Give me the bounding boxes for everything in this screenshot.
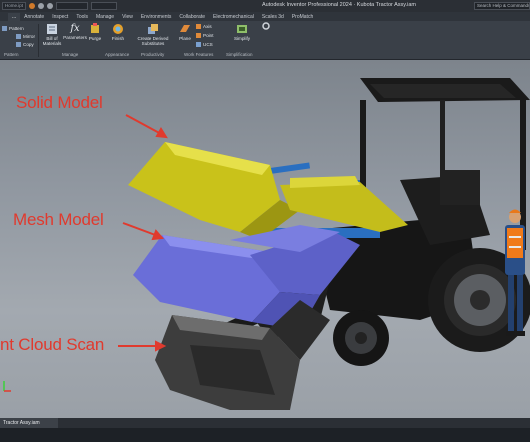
appearance-dropdown[interactable]	[91, 2, 118, 10]
front-wheel	[333, 310, 389, 366]
purge-button[interactable]: Purge	[87, 23, 103, 41]
plane-icon	[180, 25, 190, 32]
material-dropdown[interactable]	[56, 2, 89, 10]
group-appearance: Appearance	[105, 52, 130, 57]
divider	[38, 24, 39, 57]
axis-button[interactable]: Axis	[196, 24, 212, 29]
tab-manage[interactable]: Manage	[92, 13, 118, 21]
simplify-icon	[237, 25, 247, 33]
axis-icon	[196, 24, 201, 29]
title-bar: Home.ipt Autodesk Inventor Professional …	[0, 0, 530, 12]
tab-annotate[interactable]: Annotate	[20, 13, 48, 21]
copy-icon	[16, 42, 21, 47]
tab-environments[interactable]: Environments	[137, 13, 176, 21]
simplify-button[interactable]: Simplify	[230, 23, 254, 41]
annotation-solid-model: Solid Model	[16, 93, 103, 112]
pattern-icon	[2, 26, 7, 31]
ribbon-panel: Pattern Mirror Copy Bill of Materials fx…	[0, 21, 530, 60]
tab-scales-3d[interactable]: Scales 3d	[258, 13, 288, 21]
point-button[interactable]: Point	[196, 33, 213, 38]
gear-icon[interactable]	[262, 22, 270, 31]
save-icon[interactable]	[29, 3, 36, 9]
tab-promatch[interactable]: ProMatch	[288, 13, 317, 21]
tab-[interactable]: ...	[8, 13, 21, 21]
mesh-model-bucket	[133, 225, 360, 330]
copy-button[interactable]: Copy	[16, 42, 34, 47]
inventor-window: Home.ipt Autodesk Inventor Professional …	[0, 0, 530, 442]
mirror-button[interactable]: Mirror	[16, 34, 35, 39]
group-pattern: Pattern	[4, 52, 19, 57]
axis-triad-icon[interactable]	[2, 377, 12, 393]
finish-button[interactable]: Finish	[110, 23, 126, 41]
redo-icon[interactable]	[47, 3, 54, 9]
derived-icon	[148, 24, 158, 34]
parameters-button[interactable]: fx Parameters	[63, 23, 87, 40]
ucs-icon	[196, 42, 201, 47]
window-title: Autodesk Inventor Professional 2024 · Ku…	[262, 2, 416, 8]
mirror-icon	[16, 34, 21, 39]
bill-of-materials-button[interactable]: Bill of Materials	[40, 23, 64, 46]
group-work-features: Work Features	[184, 52, 214, 57]
annotation-mesh-model: Mesh Model	[13, 210, 104, 229]
fx-icon: fx	[70, 23, 80, 34]
tab-collaborate[interactable]: Collaborate	[175, 13, 209, 21]
undo-icon[interactable]	[38, 3, 45, 9]
document-tab[interactable]: Tractor Assy.iam	[0, 418, 58, 428]
group-simplification: Simplification	[226, 52, 253, 57]
graphics-viewport[interactable]: Solid Model Mesh Model nt Cloud Scan	[0, 60, 530, 418]
status-bar	[0, 428, 530, 442]
group-manage: Manage	[62, 52, 79, 57]
search-input[interactable]: Search Help & Commands	[474, 2, 530, 10]
finish-icon	[113, 24, 123, 34]
tractor-model	[118, 78, 530, 410]
annotation-point-cloud-scan: nt Cloud Scan	[0, 335, 105, 354]
ribbon-tabs: ... Annotate Inspect Tools Manage View Environ…	[0, 12, 530, 21]
bill-of-materials-icon	[47, 24, 57, 34]
purge-icon	[91, 23, 99, 33]
ucs-button[interactable]: UCS	[196, 42, 213, 47]
tab-inspect[interactable]: Inspect	[48, 13, 72, 21]
tab-electromechanical[interactable]: Electromechanical	[209, 13, 258, 21]
tab-tools[interactable]: Tools	[72, 13, 92, 21]
document-tab-bar: Tractor Assy.iam	[0, 418, 530, 428]
group-productivity: Productivity	[141, 52, 165, 57]
tab-view[interactable]: View	[118, 13, 137, 21]
home-file-box[interactable]: Home.ipt	[2, 2, 27, 10]
create-derived-button[interactable]: Create Derived Substitutes	[136, 23, 170, 46]
pattern-button[interactable]: Pattern	[2, 26, 24, 31]
plane-button[interactable]: Plane	[177, 23, 193, 41]
point-icon	[196, 33, 201, 38]
